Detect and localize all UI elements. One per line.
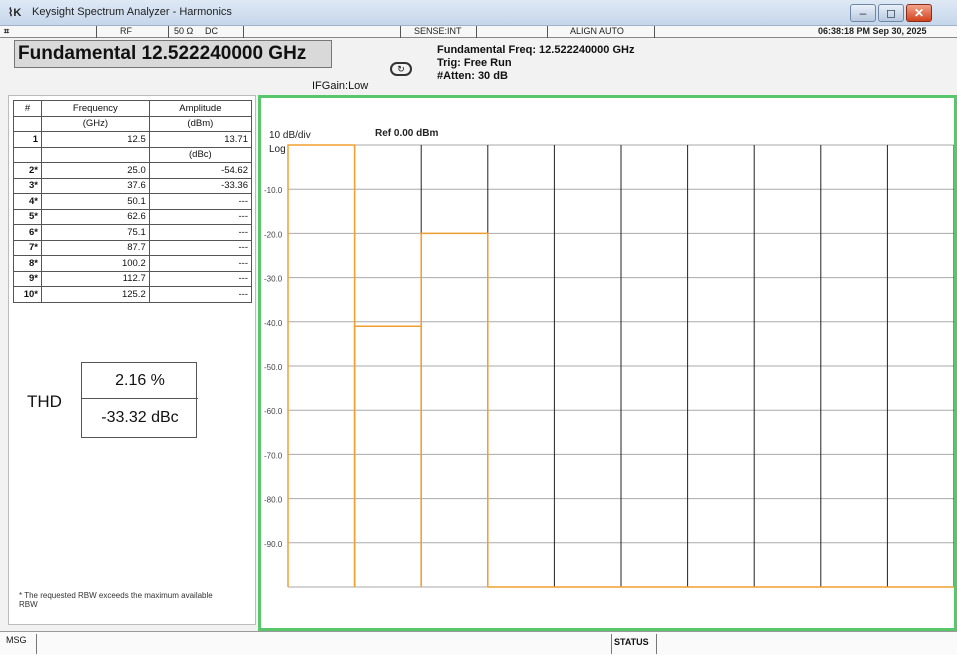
table-row-freq: 100.2 <box>41 255 150 272</box>
table-row-amp: --- <box>148 208 253 225</box>
table-row-freq: 25.0 <box>41 162 150 179</box>
measurement-info: Fundamental Freq: 12.522240000 GHz Trig:… <box>437 44 634 83</box>
table-row-freq: 37.6 <box>41 177 150 194</box>
harmonic-bar-2 <box>353 325 422 587</box>
table-row-index: 2* <box>13 162 42 179</box>
log-scale-label: Log <box>269 144 286 155</box>
title-bar: ⌇K Keysight Spectrum Analyzer - Harmonic… <box>0 0 957 26</box>
table-row-index: 6* <box>13 224 42 241</box>
attenuation-label: #Atten: 30 dB <box>437 70 508 82</box>
trigger-label: Trig: Free Run <box>437 57 512 69</box>
table-row: 9* 112.7 --- <box>13 270 253 287</box>
y-tick-label: -10.0 <box>264 186 283 195</box>
table-row: 5* 62.6 --- <box>13 208 253 225</box>
table-row-index: 7* <box>13 239 42 256</box>
thd-label: THD <box>27 392 62 411</box>
table-row-freq: 12.5 <box>41 131 150 148</box>
thd-dbc: -33.32 dBc <box>101 409 179 426</box>
spectrum-plot: -10.0 -20.0 -30.0 -40.0 -50.0 -60.0 -70.0 -80.0… <box>264 144 954 588</box>
y-tick-label: -90.0 <box>264 540 283 549</box>
lxi-icon: ⌗ <box>4 26 10 36</box>
table-row-index: 9* <box>13 270 42 287</box>
table-row-amp: --- <box>148 286 253 303</box>
harmonics-panel: # Frequency Amplitude (GHz) (dBm) 1 12.5… <box>8 95 256 625</box>
message-bar: MSG STATUS <box>0 631 957 655</box>
scale-per-div-label: 10 dB/div <box>269 130 311 141</box>
y-tick-label: -20.0 <box>264 230 283 239</box>
impedance-label: 50 Ω <box>174 26 194 36</box>
rbw-footnote: * The requested RBW exceeds the maximum … <box>19 591 213 609</box>
table-row-index: 1 <box>13 131 42 148</box>
table-row-amp: --- <box>148 193 253 210</box>
keysight-icon: ⌇K <box>8 7 22 19</box>
fundamental-freq-label: Fundamental Freq: 12.522240000 GHz <box>437 44 635 56</box>
table-row-freq: 87.7 <box>41 239 150 256</box>
table-row-amp: 13.71 <box>148 131 253 148</box>
col-header-amplitude: Amplitude <box>148 100 253 117</box>
table-row-amp: --- <box>148 239 253 256</box>
table-row: 2* 25.0 -54.62 <box>13 162 253 179</box>
rf-label: RF <box>120 26 132 36</box>
table-row: 6* 75.1 --- <box>13 224 253 241</box>
table-row: 8* 100.2 --- <box>13 255 253 272</box>
measurement-title: Fundamental 12.522240000 GHz <box>14 40 332 68</box>
y-tick-label: -50.0 <box>264 363 283 372</box>
table-row-amp: -54.62 <box>148 162 253 179</box>
thd-percent: 2.16 % <box>82 363 198 399</box>
table-row-amp: --- <box>148 270 253 287</box>
spectrum-graph[interactable]: -10.0 -20.0 -30.0 -40.0 -50.0 -60.0 -70.0 -80.0… <box>258 95 957 631</box>
table-row-freq: 75.1 <box>41 224 150 241</box>
harmonics-table: # Frequency Amplitude (GHz) (dBm) 1 12.5… <box>13 100 253 303</box>
msg-label: MSG <box>6 635 27 645</box>
status-label: STATUS <box>614 637 649 647</box>
ifgain-label: IFGain:Low <box>312 80 369 92</box>
table-row-amp: --- <box>148 224 253 241</box>
coupling-label: DC <box>205 26 218 36</box>
table-row-index: 3* <box>13 177 42 194</box>
table-row-freq: 112.7 <box>41 270 150 287</box>
table-row-freq: 50.1 <box>41 193 150 210</box>
y-tick-label: -30.0 <box>264 275 283 284</box>
table-row: 3* 37.6 -33.36 <box>13 177 253 194</box>
minimize-button[interactable]: – <box>850 4 876 22</box>
table-row-index: 10* <box>13 286 42 303</box>
table-row: 7* 87.7 --- <box>13 239 253 256</box>
close-button[interactable]: ✕ <box>906 4 932 22</box>
trigger-loop-icon: ↻ <box>390 62 412 76</box>
table-row-index: 5* <box>13 208 42 225</box>
maximize-button[interactable]: ◻ <box>878 4 904 22</box>
table-row-freq: 125.2 <box>41 286 150 303</box>
y-tick-label: -70.0 <box>264 451 283 460</box>
datetime-label: 06:38:18 PM Sep 30, 2025 <box>818 26 927 36</box>
col-header-index: # <box>13 100 42 117</box>
freq-unit: (GHz) <box>41 115 150 132</box>
window-title: Keysight Spectrum Analyzer - Harmonics <box>32 6 232 18</box>
y-tick-label: -60.0 <box>264 407 283 416</box>
table-row-index: 4* <box>13 193 42 210</box>
align-label: ALIGN AUTO <box>570 26 624 36</box>
thd-result-box: 2.16 % -33.32 dBc <box>81 362 198 438</box>
reference-level-label: Ref 0.00 dBm <box>375 128 439 139</box>
table-row-index: 8* <box>13 255 42 272</box>
instrument-status-strip: ⌗ RF 50 Ω DC SENSE:INT ALIGN AUTO 06:38:… <box>0 26 957 38</box>
table-row-amp: --- <box>148 255 253 272</box>
y-tick-label: -40.0 <box>264 319 283 328</box>
dbc-unit: (dBc) <box>148 146 253 163</box>
col-header-frequency: Frequency <box>41 100 150 117</box>
table-row: 10* 125.2 --- <box>13 286 253 303</box>
table-row: 4* 50.1 --- <box>13 193 253 210</box>
amp-unit: (dBm) <box>148 115 253 132</box>
table-row-amp: -33.36 <box>148 177 253 194</box>
sense-label: SENSE:INT <box>414 26 462 36</box>
table-row-freq: 62.6 <box>41 208 150 225</box>
y-tick-label: -80.0 <box>264 496 283 505</box>
